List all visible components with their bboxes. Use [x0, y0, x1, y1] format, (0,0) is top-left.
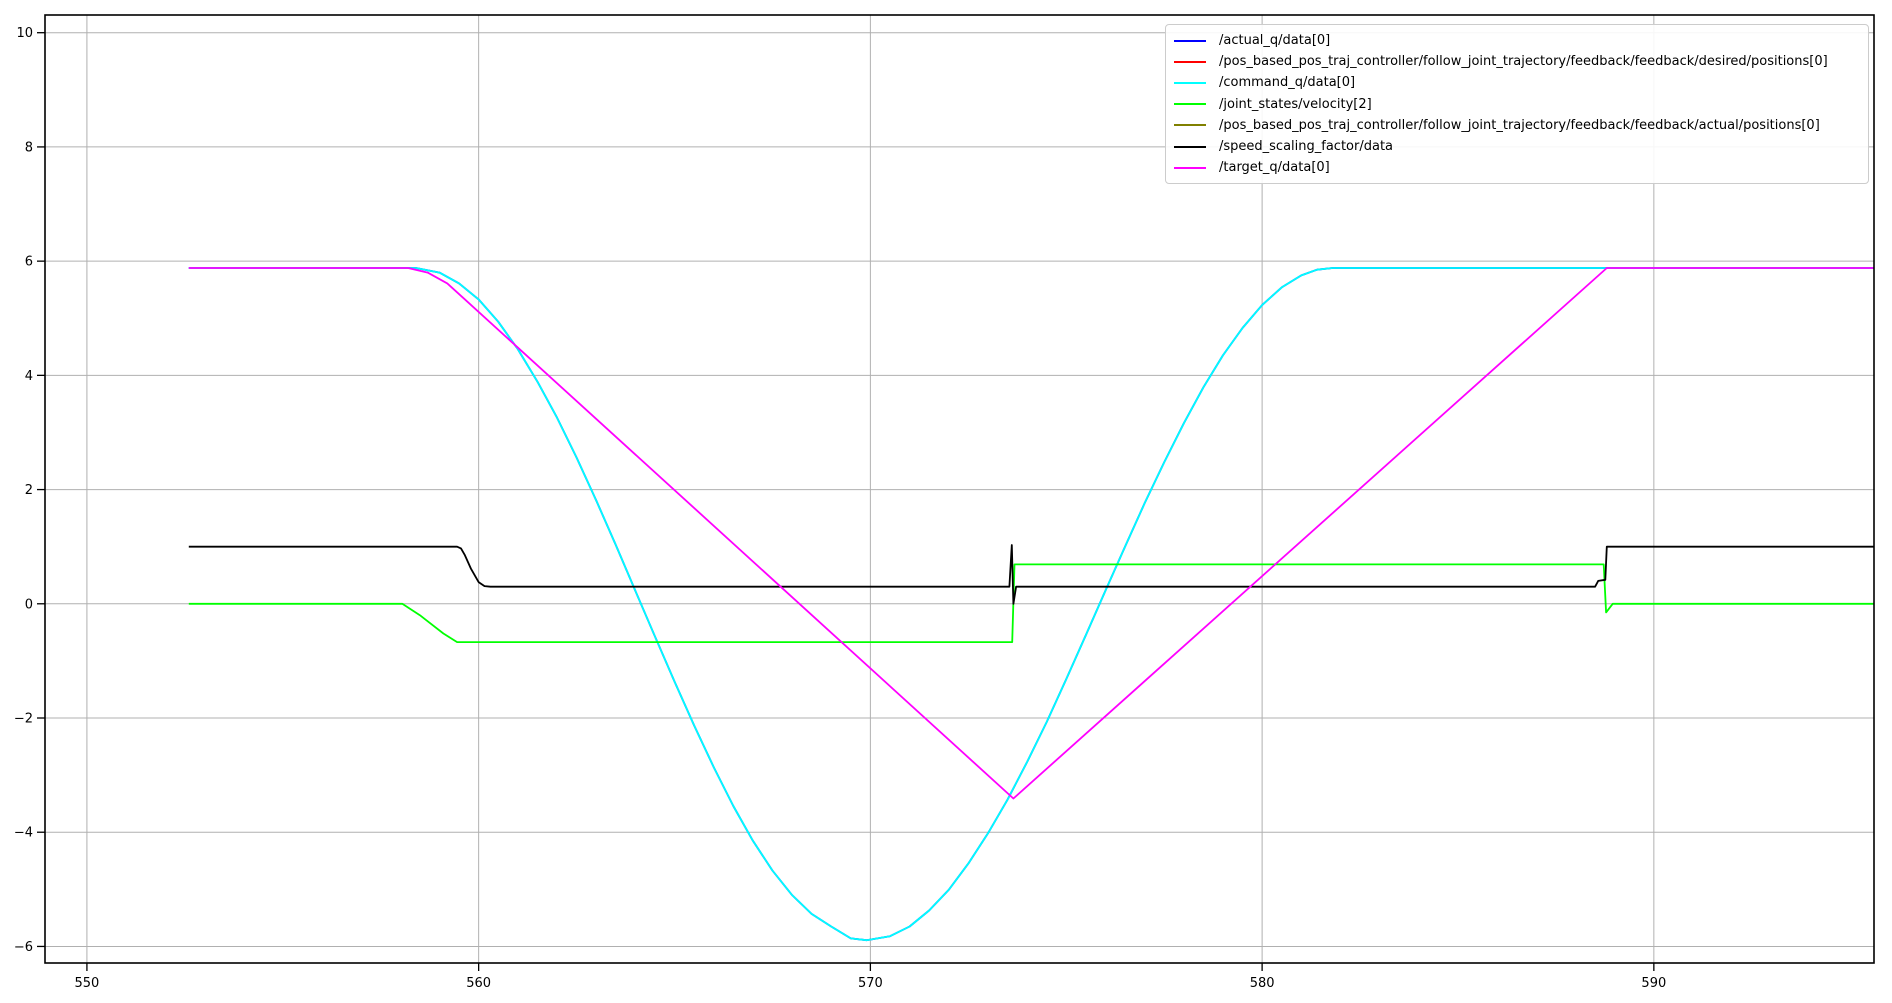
y-tick-label: −6: [14, 940, 33, 955]
legend-label: /actual_q/data[0]: [1219, 30, 1330, 51]
y-tick-label: 0: [25, 597, 33, 612]
legend-line-swatch: [1174, 61, 1206, 63]
legend-item: /joint_states/velocity[2]: [1174, 94, 1859, 115]
legend-label: /joint_states/velocity[2]: [1219, 94, 1372, 115]
legend-line-swatch: [1174, 82, 1206, 84]
x-tick-label: 550: [75, 976, 100, 991]
x-tick-label: 570: [858, 976, 883, 991]
legend-item: /actual_q/data[0]: [1174, 30, 1859, 51]
legend-line-swatch: [1174, 167, 1206, 169]
y-tick-label: 4: [25, 369, 33, 384]
x-tick-label: 590: [1641, 976, 1666, 991]
y-tick-label: 8: [25, 140, 33, 155]
figure: 550 560 570 580 590 10 8 6 4 2 0 −2 −4 −6 /actual_q/d…: [0, 0, 1892, 1003]
y-tick-label: 10: [16, 26, 33, 41]
legend-item: /pos_based_pos_traj_controller/follow_jo…: [1174, 51, 1859, 72]
legend-line-swatch: [1174, 103, 1206, 105]
legend-line-swatch: [1174, 124, 1206, 126]
y-tick-label: 6: [25, 255, 33, 270]
y-tick-label: 2: [25, 483, 33, 498]
legend-item: /command_q/data[0]: [1174, 72, 1859, 93]
y-tick-label: −2: [14, 712, 33, 727]
legend-label: /target_q/data[0]: [1219, 157, 1330, 178]
legend-item: /speed_scaling_factor/data: [1174, 136, 1859, 157]
legend-label: /command_q/data[0]: [1219, 72, 1355, 93]
legend-label: /pos_based_pos_traj_controller/follow_jo…: [1219, 115, 1820, 136]
legend-line-swatch: [1174, 40, 1206, 42]
y-tick-label: −4: [14, 826, 33, 841]
legend: /actual_q/data[0]/pos_based_pos_traj_con…: [1165, 24, 1869, 184]
legend-item: /target_q/data[0]: [1174, 157, 1859, 178]
x-tick-label: 560: [466, 976, 491, 991]
legend-label: /speed_scaling_factor/data: [1219, 136, 1393, 157]
legend-item: /pos_based_pos_traj_controller/follow_jo…: [1174, 115, 1859, 136]
legend-label: /pos_based_pos_traj_controller/follow_jo…: [1219, 51, 1828, 72]
legend-line-swatch: [1174, 146, 1206, 148]
x-tick-label: 580: [1250, 976, 1275, 991]
